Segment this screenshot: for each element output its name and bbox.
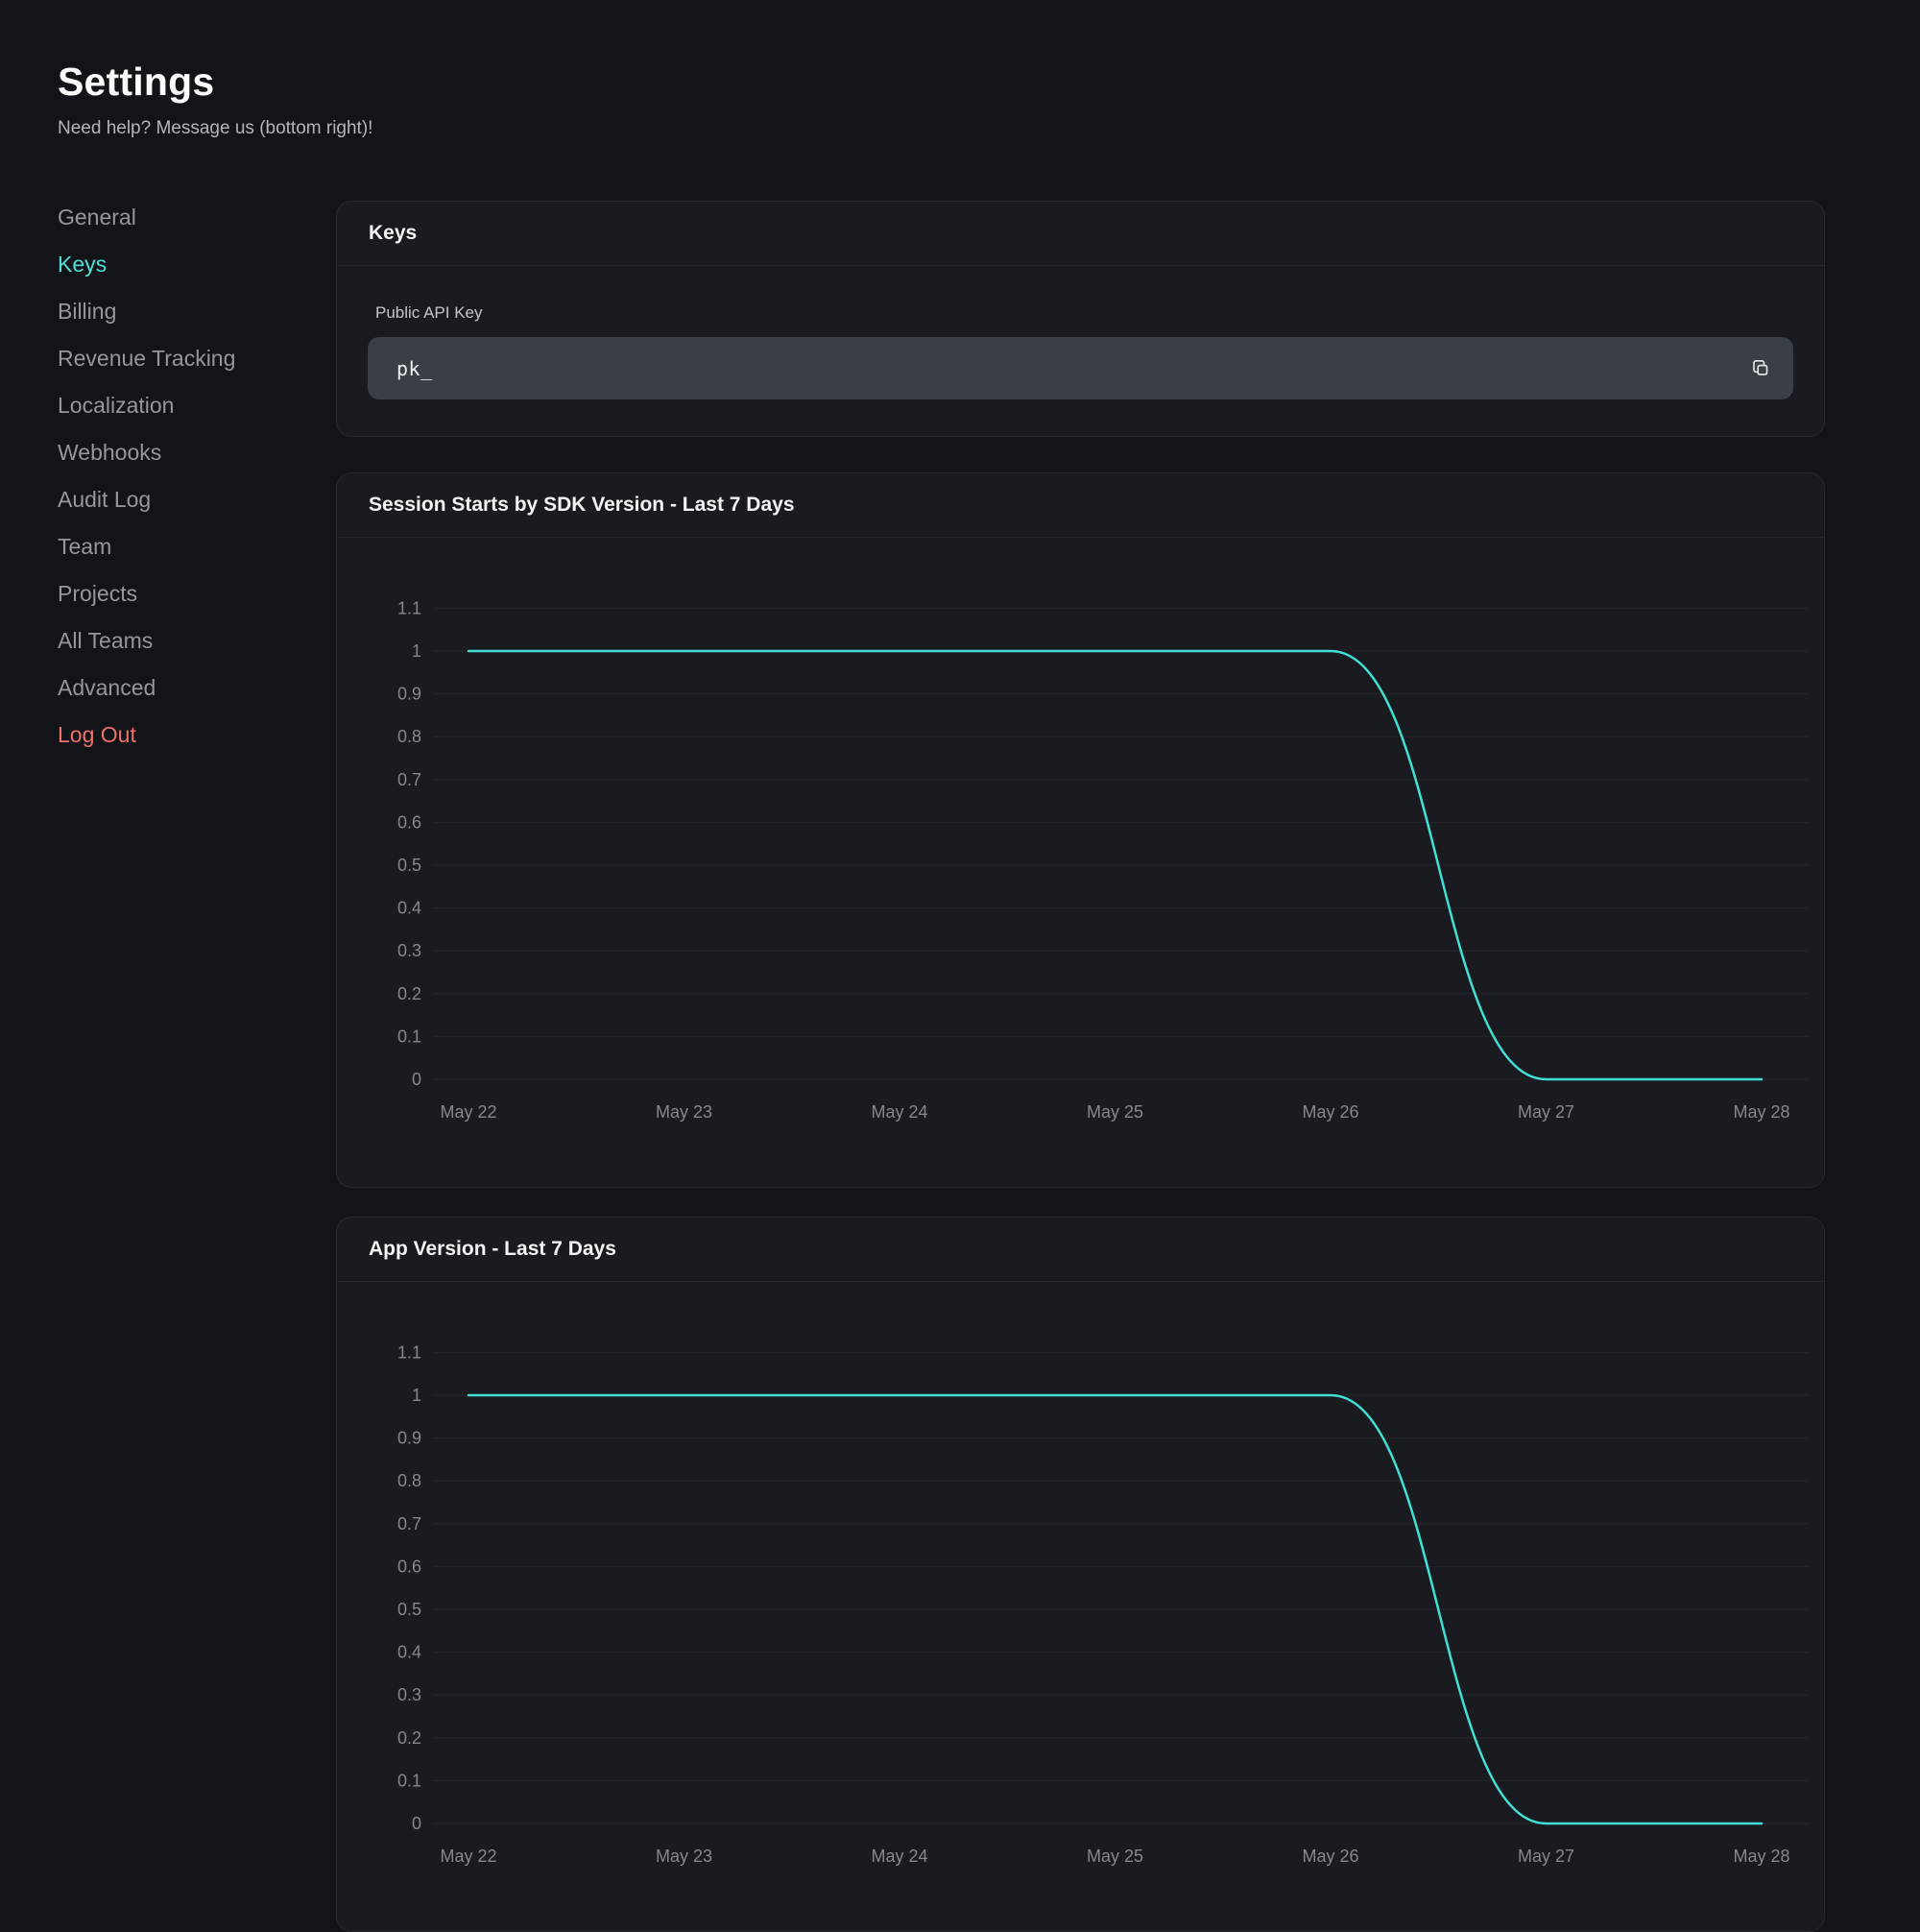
x-tick-label: May 23: [656, 1847, 712, 1866]
settings-sidebar: GeneralKeysBillingRevenue TrackingLocali…: [58, 194, 298, 759]
public-api-key-label: Public API Key: [375, 303, 1793, 323]
y-tick-label: 0.9: [397, 1429, 421, 1448]
y-tick-label: 0.7: [397, 1514, 421, 1534]
page-header: Settings Need help? Message us (bottom r…: [58, 60, 372, 139]
x-tick-label: May 25: [1087, 1847, 1143, 1866]
y-tick-label: 0.5: [397, 1600, 421, 1619]
y-tick-label: 0.6: [397, 812, 421, 832]
y-tick-label: 0.3: [397, 941, 421, 960]
copy-api-key-button[interactable]: [1743, 351, 1778, 386]
x-tick-label: May 22: [440, 1102, 496, 1122]
y-tick-label: 0.9: [397, 685, 421, 704]
sidebar-item-team[interactable]: Team: [58, 523, 298, 570]
y-tick-label: 0.1: [397, 1771, 421, 1790]
y-tick-label: 0.4: [397, 1643, 421, 1662]
page-subtitle: Need help? Message us (bottom right)!: [58, 118, 372, 139]
sidebar-item-general[interactable]: General: [58, 194, 298, 241]
keys-card-title: Keys: [369, 222, 417, 245]
x-tick-label: May 22: [440, 1847, 496, 1866]
sidebar-item-all-teams[interactable]: All Teams: [58, 617, 298, 664]
sdk-version-chart-header: Session Starts by SDK Version - Last 7 D…: [337, 473, 1824, 538]
sidebar-item-webhooks[interactable]: Webhooks: [58, 429, 298, 476]
public-api-key-field-wrap: [368, 337, 1793, 399]
public-api-key-input[interactable]: [368, 337, 1793, 399]
x-tick-label: May 25: [1087, 1102, 1143, 1122]
sidebar-item-audit-log[interactable]: Audit Log: [58, 476, 298, 523]
keys-card: Keys Public API Key: [336, 201, 1825, 437]
x-tick-label: May 26: [1302, 1102, 1358, 1122]
app-version-chart-title: App Version - Last 7 Days: [369, 1238, 616, 1261]
app-version-chart-card: App Version - Last 7 Days 1.1 1 0.9 0.8 0.7 0…: [336, 1217, 1825, 1932]
y-tick-label: 0.8: [397, 727, 421, 746]
settings-page: { "page": { "title": "Settings", "subtit…: [0, 0, 1920, 1694]
y-tick-label: 0.1: [397, 1026, 421, 1046]
sidebar-item-localization[interactable]: Localization: [58, 382, 298, 429]
y-tick-label: 0: [412, 1814, 421, 1833]
sdk-version-chart-card: Session Starts by SDK Version - Last 7 D…: [336, 472, 1825, 1188]
y-tick-label: 0.6: [397, 1557, 421, 1576]
y-tick-label: 0.2: [397, 984, 421, 1003]
app-version-line-chart: 1.1 1 0.9 0.8 0.7 0.6 0.5 0.4 0.3 0.2 0.1 0 May 22 Ma…: [337, 1282, 1824, 1931]
y-tick-label: 0.5: [397, 856, 421, 875]
y-tick-label: 1: [412, 1386, 421, 1405]
x-tick-label: May 26: [1302, 1847, 1358, 1866]
x-tick-label: May 28: [1733, 1102, 1789, 1122]
x-tick-label: May 27: [1518, 1102, 1574, 1122]
y-tick-label: 0.3: [397, 1685, 421, 1704]
x-tick-label: May 28: [1733, 1847, 1789, 1866]
x-tick-label: May 23: [656, 1102, 712, 1122]
keys-card-body: Public API Key: [337, 303, 1824, 399]
y-tick-label: 0.8: [397, 1471, 421, 1490]
keys-card-header: Keys: [337, 202, 1824, 266]
sidebar-item-keys[interactable]: Keys: [58, 241, 298, 288]
y-tick-label: 1.1: [397, 1342, 421, 1362]
y-tick-label: 0.4: [397, 899, 421, 918]
copy-icon: [1750, 358, 1771, 379]
y-tick-label: 1: [412, 641, 421, 661]
y-tick-label: 1.1: [397, 598, 421, 617]
y-tick-label: 0: [412, 1070, 421, 1089]
app-version-chart-header: App Version - Last 7 Days: [337, 1218, 1824, 1282]
sidebar-item-log-out[interactable]: Log Out: [58, 712, 298, 759]
sidebar-item-advanced[interactable]: Advanced: [58, 664, 298, 712]
x-tick-label: May 27: [1518, 1847, 1574, 1866]
sidebar-item-projects[interactable]: Projects: [58, 570, 298, 617]
sdk-version-line-chart: 1.1 1 0.9 0.8 0.7 0.6 0.5 0.4 0.3 0.2 0.1 0 May 22 Ma…: [337, 538, 1824, 1187]
y-tick-label: 0.7: [397, 770, 421, 789]
page-title: Settings: [58, 60, 372, 105]
sidebar-item-revenue-tracking[interactable]: Revenue Tracking: [58, 335, 298, 382]
sidebar-item-billing[interactable]: Billing: [58, 288, 298, 335]
x-tick-label: May 24: [871, 1102, 927, 1122]
x-tick-label: May 24: [871, 1847, 927, 1866]
y-tick-label: 0.2: [397, 1728, 421, 1748]
sdk-version-chart-title: Session Starts by SDK Version - Last 7 D…: [369, 494, 795, 517]
